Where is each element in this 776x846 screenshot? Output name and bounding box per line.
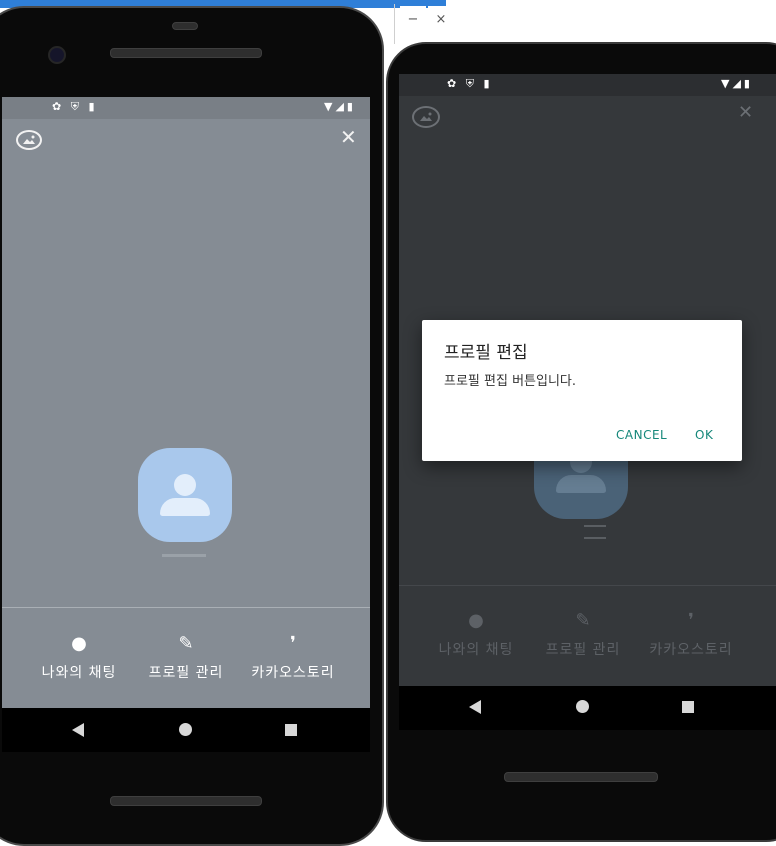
menu-label: 프로필 관리 xyxy=(545,642,621,658)
home-icon[interactable] xyxy=(179,723,192,736)
back-icon[interactable] xyxy=(469,700,481,714)
menu-divider xyxy=(2,607,370,608)
menu-self-chat[interactable]: ● 나와의 채팅 xyxy=(421,610,531,659)
quote-icon: ❜ xyxy=(290,633,296,654)
menu-divider xyxy=(399,585,776,586)
profile-avatar[interactable] xyxy=(138,448,232,542)
minimize-button[interactable]: − xyxy=(400,6,426,34)
screen-left: ✿ ⛨ ▮ ▼◢▮ ✕ ● 나와의 채팅 ✎ 프로필 관리 ❜ 카카오스토리 xyxy=(2,97,370,708)
back-icon[interactable] xyxy=(72,723,84,737)
avatar-body xyxy=(160,498,210,516)
background-image-icon[interactable] xyxy=(412,106,440,128)
status-notification-icons: ✿ ⛨ ▮ xyxy=(52,100,98,113)
menu-kakaostory[interactable]: ❜ 카카오스토리 xyxy=(639,610,743,659)
status-bar: ✿ ⛨ ▮ ▼◢▮ xyxy=(399,74,776,96)
recents-icon[interactable] xyxy=(682,701,694,713)
menu-self-chat[interactable]: ● 나와의 채팅 xyxy=(24,633,134,682)
profile-name-placeholder xyxy=(162,554,206,557)
menu-label: 나와의 채팅 xyxy=(41,665,117,681)
navigation-bar-left xyxy=(2,708,370,752)
front-camera xyxy=(48,46,66,64)
menu-label: 카카오스토리 xyxy=(251,665,335,681)
window-border xyxy=(394,4,395,44)
speech-bubble-icon: ● xyxy=(71,633,87,654)
close-icon[interactable]: ✕ xyxy=(340,125,357,149)
recents-icon[interactable] xyxy=(285,724,297,736)
pencil-icon: ✎ xyxy=(178,633,194,654)
earpiece-speaker xyxy=(110,48,262,58)
status-signal-battery-icons: ▼◢▮ xyxy=(324,100,356,113)
menu-profile-manage[interactable]: ✎ 프로필 관리 xyxy=(134,633,238,682)
dialog-message: 프로필 편집 버튼입니다. xyxy=(444,374,576,389)
speech-bubble-icon: ● xyxy=(468,610,484,631)
pencil-icon: ✎ xyxy=(575,610,591,631)
menu-kakaostory[interactable]: ❜ 카카오스토리 xyxy=(242,633,344,682)
menu-profile-manage[interactable]: ✎ 프로필 관리 xyxy=(531,610,635,659)
profile-edit-dialog: 프로필 편집 프로필 편집 버튼입니다. CANCEL OK xyxy=(422,320,742,461)
close-window-button[interactable]: × xyxy=(428,6,454,34)
status-notification-icons: ✿ ⛨ ▮ xyxy=(447,77,493,90)
status-signal-battery-icons: ▼◢▮ xyxy=(721,77,753,90)
profile-name-placeholder xyxy=(584,525,606,539)
close-icon[interactable]: ✕ xyxy=(738,102,753,123)
menu-label: 나와의 채팅 xyxy=(438,642,514,658)
home-icon[interactable] xyxy=(576,700,589,713)
bottom-speaker xyxy=(504,772,658,782)
navigation-bar-right xyxy=(399,686,776,730)
ok-button[interactable]: OK xyxy=(695,428,713,442)
background-image-icon[interactable] xyxy=(16,130,42,150)
dialog-title: 프로필 편집 xyxy=(444,343,528,363)
menu-label: 프로필 관리 xyxy=(148,665,224,681)
menu-label: 카카오스토리 xyxy=(649,642,733,658)
quote-icon: ❜ xyxy=(688,610,694,631)
bottom-speaker xyxy=(110,796,262,806)
top-sensor xyxy=(172,22,198,30)
cancel-button[interactable]: CANCEL xyxy=(616,428,667,442)
avatar-body xyxy=(556,475,606,493)
avatar-head xyxy=(174,474,196,496)
status-bar: ✿ ⛨ ▮ ▼◢▮ xyxy=(2,97,370,119)
